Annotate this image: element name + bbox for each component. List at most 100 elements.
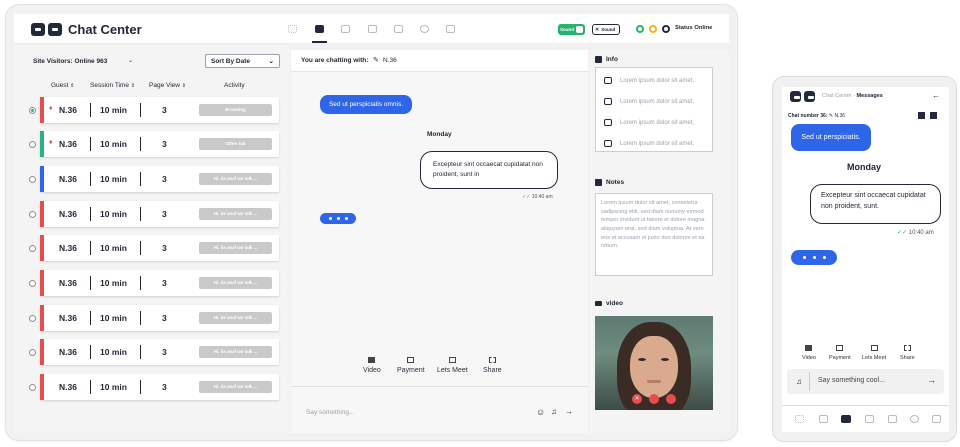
user-icon[interactable] xyxy=(910,415,919,423)
visitor-row[interactable]: N.36 10 min 3 Hi, its asaf we talk ... xyxy=(40,374,279,400)
session-time: 10 min xyxy=(100,347,127,357)
visitor-row[interactable]: N.36 10 min 3 Hi, its asaf we talk ... xyxy=(40,235,279,261)
comment-icon xyxy=(604,119,612,126)
calendar-icon[interactable] xyxy=(394,25,403,33)
col-session-time[interactable]: Session Time ⇕ xyxy=(90,82,135,89)
emoji-icon[interactable]: ☺ xyxy=(536,407,545,417)
grid-icon[interactable] xyxy=(288,25,297,33)
share-icon xyxy=(903,345,911,351)
activity-chip: Hi, its asaf we talk ... xyxy=(199,242,272,254)
share-action[interactable]: Share xyxy=(483,357,502,374)
divider xyxy=(140,172,141,186)
chat-nav-icon[interactable] xyxy=(315,25,324,33)
visitor-row[interactable]: N.36 10 min 3 Hi, its asaf we talk ... xyxy=(40,270,279,296)
messages-icon[interactable] xyxy=(341,25,350,33)
mic-icon[interactable]: ♫ xyxy=(796,377,802,386)
mic-toggle-icon[interactable] xyxy=(666,394,676,404)
incoming-message: Sed ut perspiciatis. xyxy=(791,124,871,151)
visitor-row[interactable]: N.36 10 min 3 Hi, its asaf we talk ... xyxy=(40,166,279,192)
upload-icon[interactable] xyxy=(932,415,941,423)
notes-icon[interactable] xyxy=(918,112,925,119)
status-bar xyxy=(40,166,44,192)
messages-icon[interactable] xyxy=(841,415,851,423)
camera-icon xyxy=(595,301,602,306)
page-views: 3 xyxy=(162,209,167,219)
video-action[interactable]: Video xyxy=(802,345,816,361)
divider xyxy=(90,311,91,325)
col-guest[interactable]: Guest ⇕ xyxy=(51,82,74,89)
visitor-row[interactable]: ♦ N.36 10 min 3 Other tab xyxy=(40,131,279,157)
calendar-icon[interactable] xyxy=(888,415,897,423)
chat-nav-icon[interactable] xyxy=(819,415,828,423)
row-radio[interactable] xyxy=(29,280,36,287)
guest-name: N.36 xyxy=(59,347,77,357)
page-views: 3 xyxy=(162,382,167,392)
activity-chip: Hi, its asaf we talk ... xyxy=(199,312,272,324)
sound-toggle-on[interactable]: Sound xyxy=(558,24,585,35)
status-bar xyxy=(40,339,44,365)
page-views: 3 xyxy=(162,347,167,357)
lets-meet-action[interactable]: Lets Meet xyxy=(437,357,468,374)
share-action[interactable]: Share xyxy=(900,345,915,361)
send-icon[interactable]: → xyxy=(927,375,936,385)
divider xyxy=(90,137,91,151)
sort-label: Sort By Date xyxy=(211,57,251,65)
info-icon[interactable] xyxy=(930,112,937,119)
status-dot-offline[interactable] xyxy=(662,25,670,33)
visitor-row[interactable]: N.36 10 min 3 Hi, its asaf we talk ... xyxy=(40,201,279,227)
row-radio[interactable] xyxy=(29,141,36,148)
person-eye xyxy=(661,358,669,361)
status-dot-away[interactable] xyxy=(649,25,657,33)
double-check-icon: ✓✓ xyxy=(522,194,531,200)
pencil-icon[interactable]: ✎ xyxy=(373,56,379,64)
grid-icon[interactable] xyxy=(795,415,804,423)
sort-dropdown[interactable]: Sort By Date ⌄ xyxy=(205,54,280,68)
payment-action[interactable]: Payment xyxy=(397,357,425,374)
upload-icon[interactable] xyxy=(446,25,455,33)
activity-chip: Other tab xyxy=(199,138,272,150)
info-item: Lorem ipsum dolor sit amet, xyxy=(596,70,712,91)
status-bar xyxy=(40,201,44,227)
session-time: 10 min xyxy=(100,243,127,253)
person-eye xyxy=(638,358,646,361)
sort-icon: ⇕ xyxy=(130,83,136,89)
video-action[interactable]: Video xyxy=(363,357,381,374)
page-views: 3 xyxy=(162,105,167,115)
chevron-down-icon[interactable]: ⌄ xyxy=(128,57,133,64)
visitor-row[interactable]: N.36 10 min 3 Hi, its asaf we talk ... xyxy=(40,305,279,331)
camera-toggle-icon[interactable] xyxy=(649,394,659,404)
guest-name: N.36 xyxy=(59,382,77,392)
chat-input[interactable]: Say something... xyxy=(306,409,354,416)
row-radio[interactable] xyxy=(29,349,36,356)
session-time: 10 min xyxy=(100,174,127,184)
visitor-row[interactable]: N.36 10 min 3 Hi, its asaf we talk ... xyxy=(40,339,279,365)
row-radio[interactable] xyxy=(29,107,36,114)
status-dot-online[interactable] xyxy=(636,25,644,33)
details-panel: Info Lorem ipsum dolor sit amet, Lorem i… xyxy=(589,50,729,433)
browser-icon xyxy=(604,98,612,105)
user-icon[interactable] xyxy=(420,25,429,33)
site-visitors-label: Site Visitors: Online 963 xyxy=(33,58,108,65)
notes-box[interactable]: Lorem ipsum dolor sit amet, consetetur s… xyxy=(595,193,713,276)
row-radio[interactable] xyxy=(29,315,36,322)
send-icon[interactable]: → xyxy=(565,407,573,416)
row-radio[interactable] xyxy=(29,211,36,218)
status-bar xyxy=(40,270,44,296)
session-time: 10 min xyxy=(100,139,127,149)
info-box: Lorem ipsum dolor sit amet, Lorem ipsum … xyxy=(595,67,713,152)
back-arrow-icon[interactable]: ← xyxy=(932,91,940,100)
row-radio[interactable] xyxy=(29,245,36,252)
mic-icon[interactable]: ♫ xyxy=(551,407,557,416)
payment-action[interactable]: Payment xyxy=(829,345,851,361)
row-radio[interactable] xyxy=(29,384,36,391)
sound-toggle-off[interactable]: ✕ Sound xyxy=(592,24,620,35)
list-icon[interactable] xyxy=(865,415,874,423)
col-page-view[interactable]: Page View ⇕ xyxy=(149,82,186,89)
mobile-chat-input[interactable]: Say something cool... xyxy=(818,377,885,384)
row-radio[interactable] xyxy=(29,176,36,183)
list-icon[interactable] xyxy=(368,25,377,33)
lets-meet-action[interactable]: Lets Meet xyxy=(862,345,886,361)
visitor-row[interactable]: ♦ N.36 10 min 3 Browsing xyxy=(40,97,279,123)
end-call-icon[interactable]: ✕ xyxy=(632,394,642,404)
top-bar: Chat Center Sound ✕ Sound Status Online xyxy=(14,14,729,44)
